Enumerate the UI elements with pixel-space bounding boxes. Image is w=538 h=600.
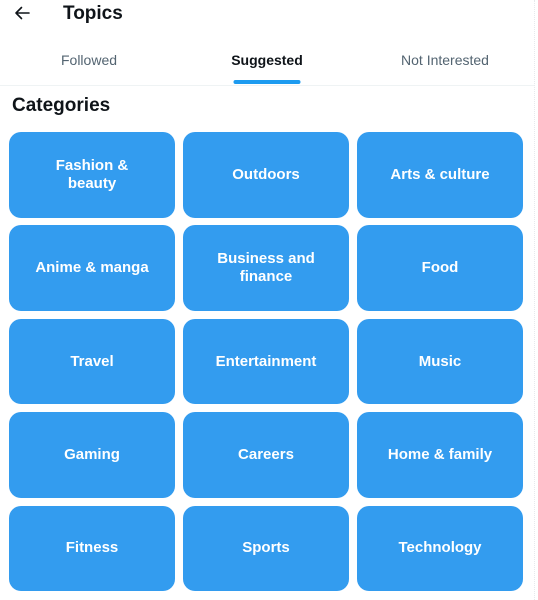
- category-tile[interactable]: Gaming: [9, 412, 175, 498]
- category-tile[interactable]: Music: [357, 318, 523, 405]
- category-tile[interactable]: Sports: [183, 505, 349, 592]
- category-label: Home & family: [387, 445, 493, 463]
- category-tile[interactable]: Outdoors: [183, 132, 349, 218]
- category-tile[interactable]: Food: [357, 225, 523, 311]
- category-tile[interactable]: Arts & culture: [357, 132, 523, 218]
- category-tile[interactable]: Fitness: [9, 505, 175, 592]
- tab-label: Suggested: [231, 52, 303, 68]
- category-tile[interactable]: Travel: [9, 318, 175, 405]
- tab-suggested[interactable]: Suggested: [178, 40, 356, 85]
- back-button[interactable]: [11, 2, 33, 24]
- category-tile[interactable]: Anime & manga: [9, 225, 175, 311]
- category-tile[interactable]: Fashion & beauty: [9, 132, 175, 218]
- category-label: Food: [421, 259, 459, 277]
- tab-bar: Followed Suggested Not Interested: [0, 40, 534, 86]
- active-tab-indicator: [233, 80, 301, 84]
- header: Topics: [0, 0, 534, 30]
- page-title: Topics: [63, 3, 123, 24]
- category-grid: Fashion & beauty Outdoors Arts & culture…: [9, 132, 523, 592]
- category-label: Fashion & beauty: [55, 156, 129, 192]
- category-label: Sports: [242, 539, 290, 557]
- category-label: Music: [418, 352, 462, 370]
- category-label: Travel: [70, 352, 114, 370]
- category-tile[interactable]: Careers: [183, 412, 349, 498]
- category-label: Anime & manga: [35, 259, 149, 277]
- category-label: Outdoors: [232, 165, 300, 183]
- category-label: Entertainment: [215, 352, 317, 370]
- scroll-divider: [534, 0, 535, 600]
- tab-followed[interactable]: Followed: [0, 40, 178, 85]
- category-label: Technology: [398, 539, 482, 557]
- category-label: Arts & culture: [390, 165, 490, 183]
- tab-label: Not Interested: [401, 52, 489, 68]
- category-label: Fitness: [65, 539, 119, 557]
- arrow-left-icon: [15, 6, 30, 20]
- category-tile[interactable]: Entertainment: [183, 318, 349, 405]
- category-tile[interactable]: Home & family: [357, 412, 523, 498]
- category-label: Business and finance: [217, 250, 315, 286]
- category-label: Careers: [238, 445, 294, 463]
- category-label: Gaming: [64, 445, 120, 463]
- category-tile[interactable]: Business and finance: [183, 225, 349, 311]
- section-title: Categories: [12, 95, 111, 116]
- category-tile[interactable]: Technology: [357, 505, 523, 592]
- tab-label: Followed: [60, 52, 118, 68]
- tab-not-interested[interactable]: Not Interested: [356, 40, 534, 85]
